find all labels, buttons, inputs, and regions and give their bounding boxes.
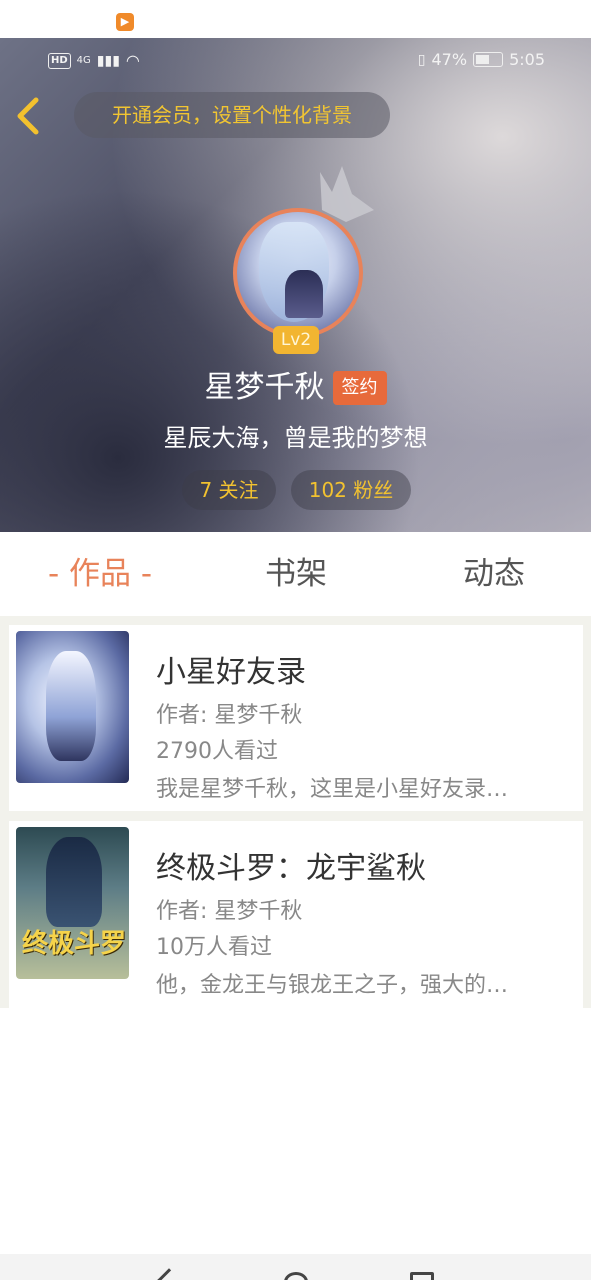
clock: 5:05 [509, 50, 545, 69]
hd-icon: HD [48, 52, 71, 69]
book-cover: 终极斗罗 [16, 827, 129, 979]
nav-recents-icon[interactable] [410, 1272, 434, 1280]
fans-count-button[interactable]: 102 粉丝 [291, 470, 411, 510]
nav-home-icon[interactable] [284, 1272, 308, 1280]
status-bar: HD 4G ▮▮▮ ◠ ▯ 47% 5:05 [0, 38, 591, 82]
user-row: 星梦千秋 签约 [0, 366, 591, 410]
book-author: 作者: 星梦千秋 [156, 899, 303, 924]
book-views: 2790人看过 [156, 739, 278, 764]
nav-back-icon[interactable] [156, 1268, 182, 1280]
cover-title: 终极斗罗 [22, 929, 127, 959]
tab-works[interactable]: - 作品 - [30, 532, 170, 616]
list-item[interactable]: 小星好友录 作者: 星梦千秋 2790人看过 我是星梦千秋，这里是小星好友录… [9, 625, 583, 811]
tab-bookshelf[interactable]: 书架 [226, 532, 366, 616]
vip-background-banner[interactable]: 开通会员，设置个性化背景 [74, 92, 390, 138]
book-title: 终极斗罗：龙宇鲨秋 [156, 851, 426, 886]
book-cover [16, 631, 129, 783]
system-nav-bar [0, 1254, 591, 1280]
top-strip: ▶ [0, 0, 591, 38]
back-button[interactable] [14, 96, 50, 136]
battery-icon [473, 52, 504, 67]
avatar[interactable] [233, 208, 363, 338]
network-label: 4G [76, 55, 91, 66]
user-motto: 星辰大海，曾是我的梦想 [163, 424, 428, 452]
wifi-icon: ◠ [125, 51, 140, 70]
vibrate-icon: ▯ [417, 51, 426, 68]
battery-percent: 47% [431, 50, 468, 69]
works-list: 小星好友录 作者: 星梦千秋 2790人看过 我是星梦千秋，这里是小星好友录… … [0, 616, 591, 1008]
screen: ▶ HD 4G ▮▮▮ ◠ ▯ 47% 5:05 开通会员，设置个性化背景 Lv… [0, 0, 591, 1280]
signed-badge: 签约 [332, 371, 387, 405]
book-author: 作者: 星梦千秋 [156, 703, 303, 728]
following-count-button[interactable]: 7 关注 [182, 470, 276, 510]
user-name: 星梦千秋 [204, 370, 325, 405]
book-description: 他，金龙王与银龙王之子，强大的… [156, 973, 509, 998]
level-badge: Lv2 [273, 326, 319, 354]
signal-icon: ▮▮▮ [96, 52, 120, 69]
tab-bar: - 作品 - 书架 动态 [0, 532, 591, 616]
video-app-icon: ▶ [116, 13, 134, 31]
chevron-left-icon [17, 97, 39, 135]
book-description: 我是星梦千秋，这里是小星好友录… [156, 777, 509, 802]
tab-feed[interactable]: 动态 [424, 532, 564, 616]
book-title: 小星好友录 [156, 655, 306, 690]
list-item[interactable]: 终极斗罗 终极斗罗：龙宇鲨秋 作者: 星梦千秋 10万人看过 他，金龙王与银龙王… [9, 821, 583, 1008]
book-views: 10万人看过 [156, 935, 272, 960]
profile-header: HD 4G ▮▮▮ ◠ ▯ 47% 5:05 开通会员，设置个性化背景 Lv2 … [0, 38, 591, 532]
